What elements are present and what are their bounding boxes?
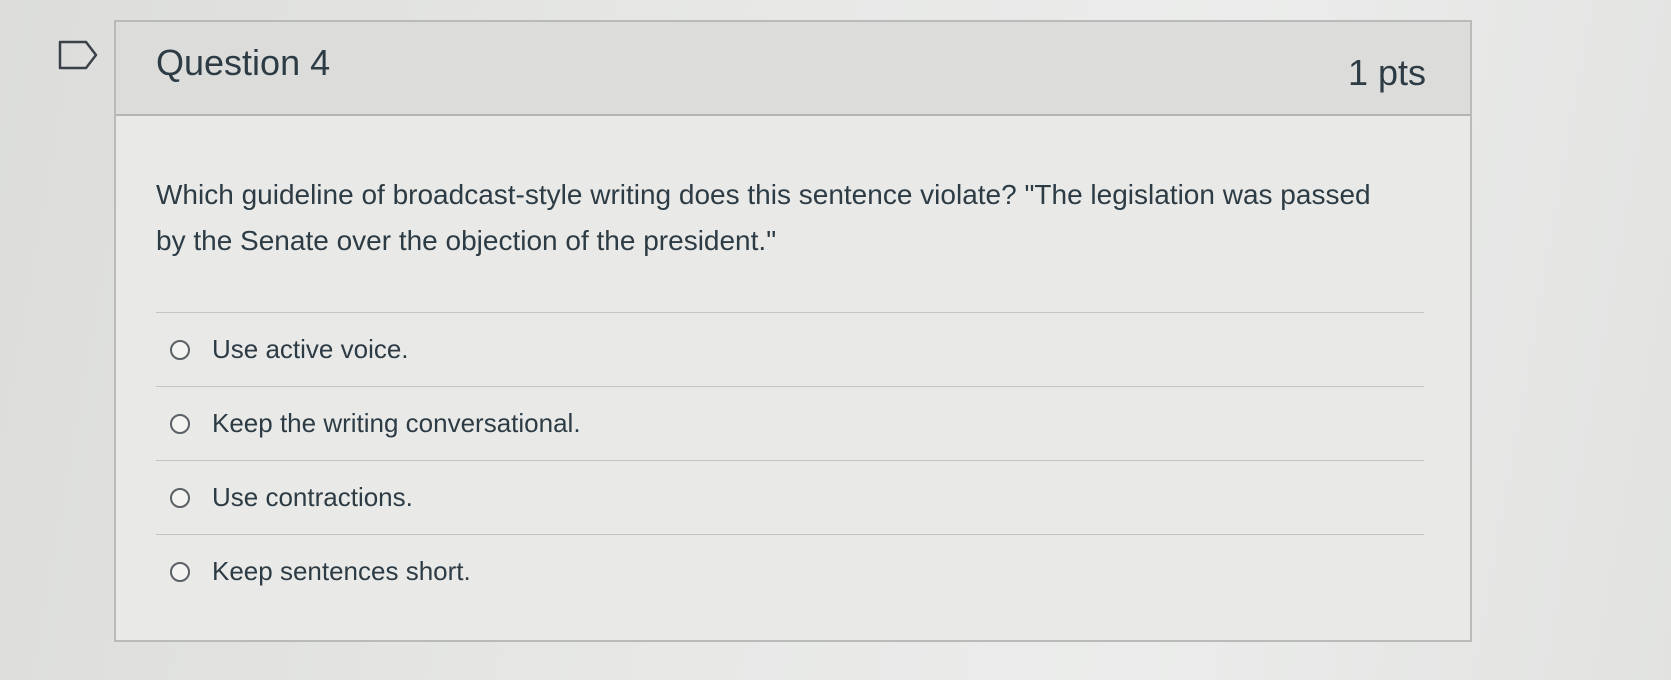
question-title: Question 4: [156, 42, 331, 83]
answer-option[interactable]: Use active voice.: [156, 313, 1424, 386]
answer-label: Use active voice.: [212, 334, 409, 364]
flag-question-icon[interactable]: [58, 40, 98, 70]
radio-button[interactable]: [170, 561, 190, 582]
quiz-page: Question 4 1 pts Which guideline of broa…: [0, 0, 1671, 680]
answer-option[interactable]: Use contractions.: [156, 461, 1424, 534]
question-header: Question 4 1 pts: [116, 22, 1470, 116]
answer-label: Keep the writing conversational.: [212, 408, 581, 438]
question-points: 1 pts: [1347, 52, 1426, 93]
question-text: Which guideline of broadcast-style writi…: [156, 179, 1371, 256]
answer-option[interactable]: Keep the writing conversational.: [156, 387, 1424, 460]
question-card: Question 4 1 pts Which guideline of broa…: [114, 20, 1472, 642]
answer-option[interactable]: Keep sentences short.: [156, 535, 1424, 608]
answer-list: Use active voice. Keep the writing conve…: [156, 312, 1424, 608]
radio-button[interactable]: [170, 339, 190, 360]
answer-label: Keep sentences short.: [212, 556, 471, 586]
radio-button[interactable]: [170, 413, 190, 434]
radio-button[interactable]: [170, 487, 190, 508]
answer-label: Use contractions.: [212, 482, 413, 512]
